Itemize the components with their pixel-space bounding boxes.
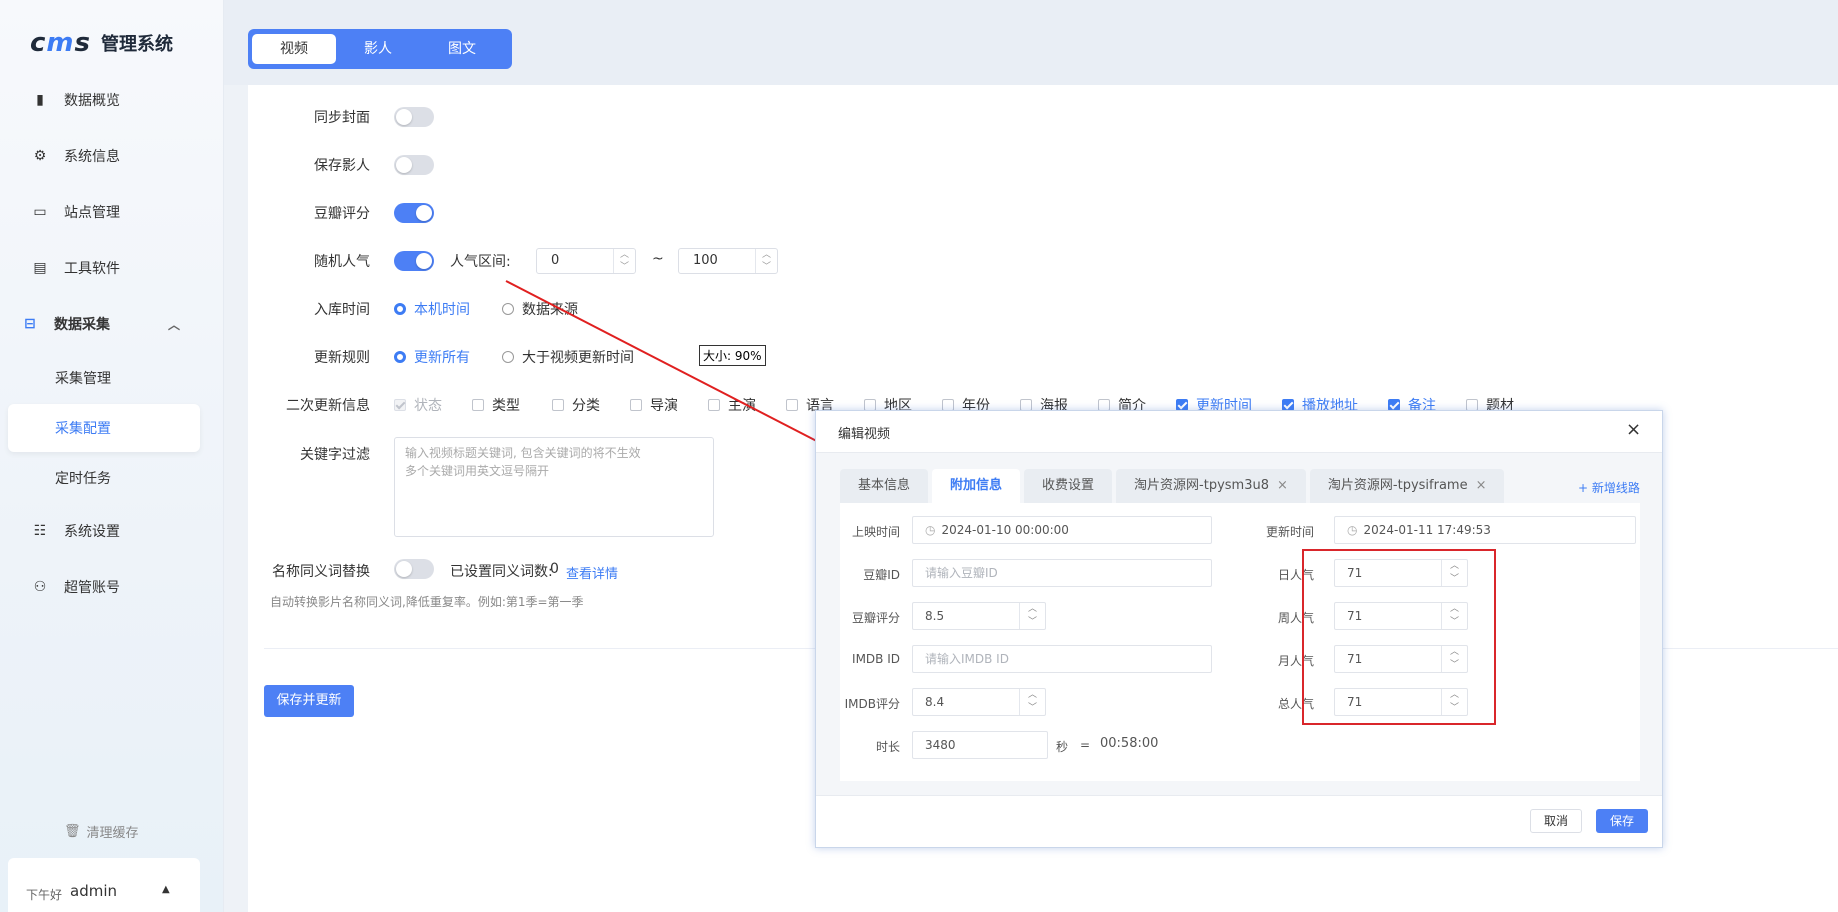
douban-id-label: 豆瓣ID [863,568,900,582]
dialog-title: 编辑视频 [838,427,891,442]
close-icon: × [1475,478,1487,493]
dialog-panel: 上映时间 ◷ 2024-01-10 00:00:00 更新时间 ◷ 2024-01-… [840,503,1640,781]
save-button[interactable]: 保存 [1596,809,1648,833]
release-time-label: 上映时间 [851,525,900,539]
imdb-id-input[interactable]: 请输入IMDB ID [912,645,1212,673]
chevron-up-icon: ︿ [1027,690,1037,700]
update-time-input[interactable]: ◷ 2024-01-11 17:49:53 [1334,516,1636,544]
douban-score-label: 豆瓣评分 [851,611,900,625]
dialog-tab-route-m3u8[interactable]: 淘片资源网-tpysm3u8 × [1116,469,1306,503]
edit-video-dialog: 编辑视频 × 基本信息 附加信息 收费设置 淘片资源网-tpysm3u8 × 淘片… [815,410,1663,848]
duration-input[interactable]: 3480 [912,731,1048,759]
cancel-button[interactable]: 取消 [1530,809,1582,833]
imdb-score-input[interactable]: 8.4 ︿ ﹀ [912,688,1046,716]
duration-label: 时长 [875,740,900,754]
imdb-score-label: IMDB评分 [844,697,900,711]
add-route-link[interactable]: + 新增线路 [1578,479,1640,496]
chevron-down-icon: ﹀ [1027,617,1037,627]
dialog-tabs: 基本信息 附加信息 收费设置 淘片资源网-tpysm3u8 × 淘片资源网-tpy… [840,469,1508,503]
dialog-tab-basic[interactable]: 基本信息 [840,469,929,503]
douban-id-input[interactable]: 请输入豆瓣ID [912,559,1212,587]
dialog-footer: 取消 保存 [816,795,1662,847]
imdb-id-label: IMDB ID [852,652,900,666]
clock-icon: ◷ [1347,523,1358,537]
chevron-down-icon: ﹀ [1027,703,1037,713]
close-icon[interactable]: × [1626,419,1641,440]
highlight-box [1302,549,1496,725]
dialog-tab-route-iframe[interactable]: 淘片资源网-tpysiframe × [1309,469,1505,503]
chevron-up-icon: ︿ [1027,604,1037,614]
dialog-tab-extra[interactable]: 附加信息 [932,469,1021,503]
duration-unit: 秒 [1056,740,1069,754]
clock-icon: ◷ [925,523,936,537]
close-icon: × [1277,478,1288,493]
duration-formatted: 00:58:00 [1100,736,1159,751]
douban-score-input[interactable]: 8.5 ︿ ﹀ [912,602,1046,630]
duration-equal: = [1080,738,1091,752]
dialog-tab-fee[interactable]: 收费设置 [1024,469,1113,503]
release-time-input[interactable]: ◷ 2024-01-10 00:00:00 [912,516,1212,544]
update-time-label: 更新时间 [1265,525,1314,539]
dialog-header: 编辑视频 × [816,411,1662,453]
